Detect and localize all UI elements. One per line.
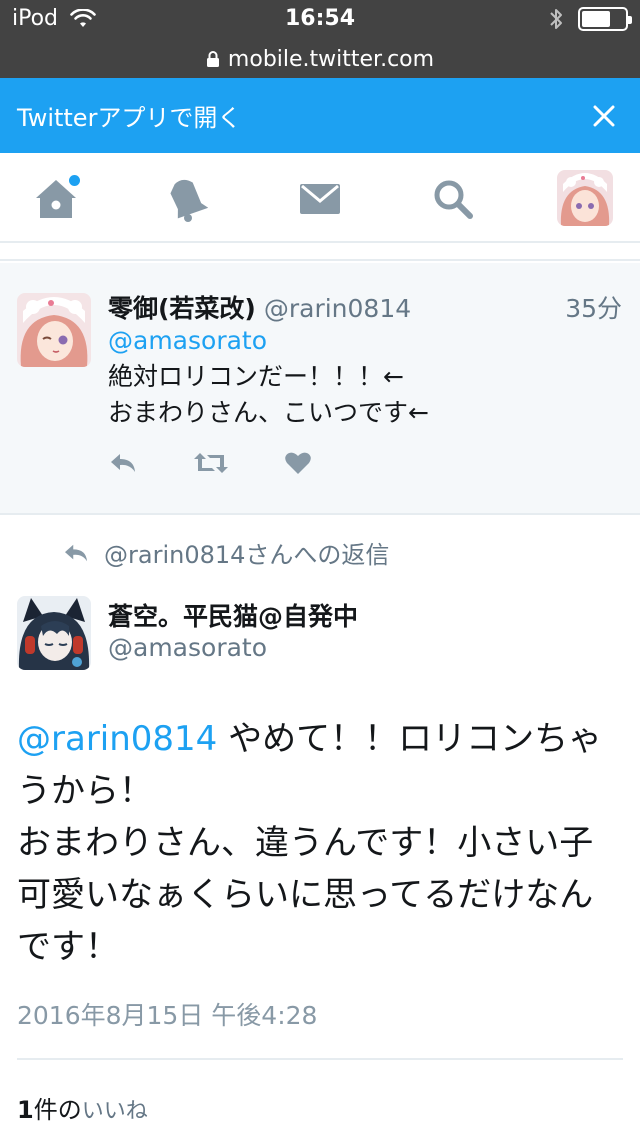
nav-home[interactable] bbox=[32, 175, 80, 223]
open-in-app-label[interactable]: Twitterアプリで開く bbox=[17, 98, 241, 133]
main-tweet-avatar[interactable] bbox=[17, 596, 91, 670]
reply-context: @rarin0814さんへの返信 bbox=[62, 535, 389, 570]
url-bar[interactable]: mobile.twitter.com bbox=[0, 40, 640, 78]
parent-mention-link[interactable]: @amasorato bbox=[108, 326, 267, 355]
parent-tweet-time[interactable]: 35分 bbox=[565, 289, 622, 325]
likes-label: いいね bbox=[81, 1099, 148, 1124]
reply-context-text[interactable]: @rarin0814さんへの返信 bbox=[104, 535, 389, 570]
main-mention-link[interactable]: @rarin0814 bbox=[17, 719, 217, 759]
nav-search[interactable] bbox=[429, 175, 477, 223]
status-right bbox=[548, 6, 632, 32]
avatar-image bbox=[17, 596, 91, 670]
reply-icon[interactable] bbox=[108, 451, 138, 475]
likes-unit: 件の bbox=[33, 1096, 82, 1124]
parent-tweet-line1: 絶対ロリコンだー！！！← bbox=[108, 362, 404, 391]
main-author-name[interactable]: 蒼空。平民猫@自発中 bbox=[108, 597, 358, 633]
like-icon[interactable] bbox=[284, 451, 312, 475]
divider bbox=[17, 1058, 623, 1060]
parent-tweet-actions bbox=[108, 451, 312, 475]
close-banner-button[interactable] bbox=[584, 96, 624, 136]
nav-profile-avatar[interactable] bbox=[557, 170, 613, 226]
parent-tweet-header: 零御(若菜改) @rarin0814 35分 bbox=[108, 289, 622, 325]
avatar-image bbox=[17, 293, 91, 367]
section-gap bbox=[0, 245, 640, 261]
clock: 16:54 bbox=[284, 6, 356, 31]
likes-summary[interactable]: 1件のいいね bbox=[17, 1090, 148, 1125]
lock-icon bbox=[206, 51, 219, 67]
open-in-app-banner[interactable]: Twitterアプリで開く bbox=[0, 78, 640, 153]
nav-notifications[interactable] bbox=[163, 175, 211, 223]
close-icon bbox=[593, 105, 615, 126]
main-tweet-text-part2: おまわりさん、違うんです！小さい子可愛いなぁくらいに思ってるだけなんです！ bbox=[17, 823, 594, 967]
retweet-icon[interactable] bbox=[193, 451, 229, 475]
main-author-handle[interactable]: @amasorato bbox=[108, 633, 267, 662]
nav-messages[interactable] bbox=[296, 175, 344, 223]
mail-icon bbox=[300, 184, 340, 214]
main-tweet-text: @rarin0814 やめて！！ロリコンちゃうから！ おまわりさん、違うんです！… bbox=[17, 713, 623, 973]
main-tweet-date[interactable]: 2016年8月15日 午後4:28 bbox=[17, 996, 317, 1032]
parent-tweet-text: @amasorato 絶対ロリコンだー！！！← おまわりさん、こいつです← bbox=[108, 323, 429, 431]
reply-icon bbox=[65, 544, 87, 561]
url-text: mobile.twitter.com bbox=[227, 46, 435, 72]
search-icon bbox=[434, 180, 473, 219]
parent-author-handle[interactable]: @rarin0814 bbox=[264, 294, 411, 323]
parent-author-name[interactable]: 零御(若菜改) bbox=[108, 289, 256, 325]
notification-dot bbox=[69, 175, 80, 186]
status-bar: iPod 16:54 bbox=[0, 0, 640, 40]
parent-tweet-avatar[interactable] bbox=[17, 293, 91, 367]
likes-count: 1 bbox=[17, 1096, 34, 1124]
parent-tweet[interactable]: 零御(若菜改) @rarin0814 35分 @amasorato 絶対ロリコン… bbox=[0, 263, 640, 515]
avatar-image bbox=[557, 170, 613, 226]
parent-tweet-line2: おまわりさん、こいつです← bbox=[108, 398, 429, 427]
top-nav bbox=[0, 153, 640, 243]
bluetooth-icon bbox=[550, 9, 562, 29]
bell-icon bbox=[170, 179, 208, 222]
battery-icon bbox=[578, 7, 632, 31]
